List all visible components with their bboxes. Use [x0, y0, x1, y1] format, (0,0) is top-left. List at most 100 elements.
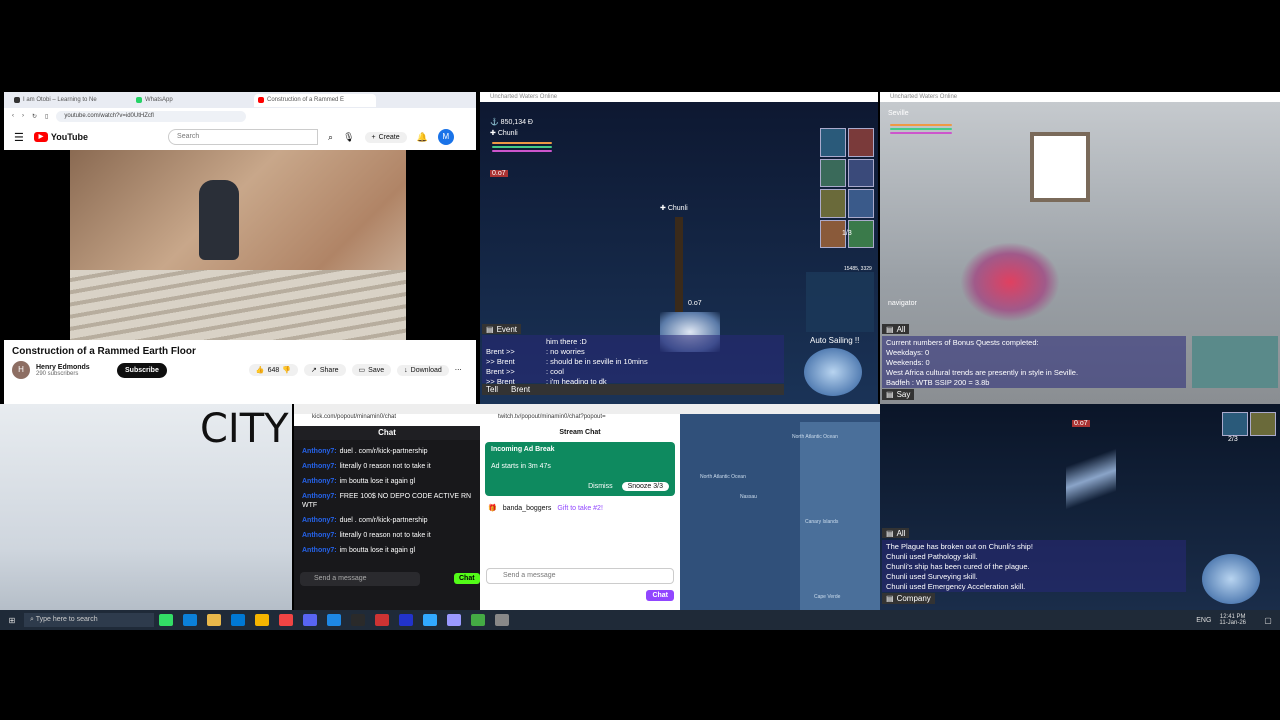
create-button[interactable]: + Create: [364, 131, 407, 143]
photoshop-icon[interactable]: [423, 614, 437, 626]
app-icon[interactable]: [495, 614, 509, 626]
message-input[interactable]: Send a message: [486, 568, 674, 584]
taskbar-search[interactable]: ⌕ Type here to search: [24, 613, 154, 627]
url-input[interactable]: youtube.com/watch?v=id0UtHZcfl: [56, 110, 247, 122]
all-tab[interactable]: ▤ All: [882, 324, 910, 334]
chat-username[interactable]: Anthony7:: [302, 463, 337, 470]
tab-otobi[interactable]: I am Otobi – Learning to Ne: [10, 94, 132, 107]
clock[interactable]: 12:41 PM 11-Jan-26: [1219, 614, 1246, 626]
steam-icon[interactable]: [327, 614, 341, 626]
chat-message: : cool: [546, 367, 564, 376]
chat-username[interactable]: Anthony7:: [302, 517, 337, 524]
save-label: Save: [368, 366, 385, 374]
skill-slot[interactable]: [820, 189, 846, 218]
skill-slot[interactable]: [820, 128, 846, 157]
chrome-icon[interactable]: [255, 614, 269, 626]
search-icon[interactable]: ⌕: [328, 132, 333, 143]
reload-icon[interactable]: ↻: [32, 113, 37, 120]
obs-icon[interactable]: [351, 614, 365, 626]
event-tab[interactable]: ▤ Event: [482, 324, 522, 334]
say-tab[interactable]: ▤ Say: [882, 389, 915, 400]
tab-whatsapp[interactable]: WhatsApp: [132, 94, 254, 107]
url-bar[interactable]: kick.com/popout/minamin0/chat: [294, 414, 480, 426]
avatar[interactable]: M: [437, 129, 454, 145]
dismiss-button[interactable]: Dismiss: [583, 482, 618, 491]
menu-icon[interactable]: ☰: [14, 131, 24, 144]
video-player[interactable]: [4, 150, 476, 340]
url-bar[interactable]: twitch.tv/popout/minamin0/chat?popout=: [480, 414, 680, 426]
chat-line: Anthony7: literally 0 reason not to take …: [294, 459, 480, 474]
skill-slot[interactable]: [1222, 412, 1248, 436]
minimap[interactable]: [806, 272, 874, 332]
company-tab[interactable]: ▤ Company: [882, 593, 935, 604]
back-icon[interactable]: ‹: [12, 113, 14, 119]
status-bars: [492, 140, 552, 154]
chat-line: Chunli used Emergency Acceleration skill…: [886, 582, 1026, 591]
kick-chat-button[interactable]: Chat: [454, 573, 480, 584]
tell-tab[interactable]: Tell: [486, 385, 498, 394]
notification-icon[interactable]: ▢: [1261, 614, 1275, 626]
map-label: Canary Islands: [805, 519, 839, 525]
chat-line: The Plague has broken out on Chunli's sh…: [886, 542, 1033, 551]
more-icon[interactable]: ⋯: [455, 366, 462, 374]
tab-youtube[interactable]: Construction of a Rammed E: [254, 93, 376, 107]
share-button[interactable]: ↗ Share: [303, 364, 346, 376]
bell-icon[interactable]: 🔔: [417, 132, 428, 143]
subscribe-button[interactable]: Subscribe: [117, 362, 167, 378]
store-icon[interactable]: [231, 614, 245, 626]
forward-icon[interactable]: ›: [22, 113, 24, 119]
premiere-icon[interactable]: [399, 614, 413, 626]
chat-username[interactable]: Anthony7:: [302, 448, 337, 455]
save-button[interactable]: ▭ Save: [351, 364, 392, 376]
search-input[interactable]: Search: [168, 129, 319, 145]
skill-slot[interactable]: [820, 158, 846, 187]
tab-label: Construction of a Rammed E: [267, 97, 345, 103]
npc-label[interactable]: navigator: [888, 300, 917, 307]
skill-slot[interactable]: [848, 158, 874, 187]
skill-page-indicator[interactable]: 1/3: [842, 230, 852, 237]
discord-icon[interactable]: [303, 614, 317, 626]
mic-icon[interactable]: 🎙: [343, 132, 354, 143]
download-button[interactable]: ↓ Download: [397, 364, 449, 376]
windows-start-icon[interactable]: ⊞: [5, 614, 19, 626]
compass[interactable]: [804, 348, 862, 396]
bookmark-icon[interactable]: ▯: [45, 113, 48, 120]
chat-username[interactable]: Anthony7:: [302, 493, 337, 500]
brave-icon[interactable]: [279, 614, 293, 626]
skill-page-indicator[interactable]: 2/3: [1228, 436, 1238, 443]
whatsapp-icon[interactable]: [471, 614, 485, 626]
tell-target[interactable]: Brent: [511, 385, 530, 394]
aftereffects-icon[interactable]: [447, 614, 461, 626]
chat-send-button[interactable]: Chat: [646, 590, 674, 601]
all-tab[interactable]: ▤ All: [882, 528, 910, 538]
video-floor: [70, 270, 406, 340]
task-view-icon[interactable]: [159, 614, 173, 626]
like-button[interactable]: 👍 648 👎: [248, 364, 298, 376]
youtube-logo[interactable]: ▶ YouTube: [33, 132, 88, 142]
chat-header: Chat: [294, 426, 480, 440]
map-landmass: [800, 422, 880, 610]
gifter-name[interactable]: banda_boggers: [503, 505, 552, 512]
compass[interactable]: [1202, 554, 1260, 604]
channel-avatar[interactable]: H: [12, 361, 30, 379]
ship-sprite: [675, 217, 683, 312]
popout-titlebar: [294, 404, 480, 414]
channel-name[interactable]: Henry Edmonds: [36, 364, 111, 371]
edge-icon[interactable]: [183, 614, 197, 626]
chat-username[interactable]: Anthony7:: [302, 478, 337, 485]
minimap[interactable]: [1192, 336, 1278, 388]
snooze-button[interactable]: Snooze 3/3: [621, 482, 669, 491]
thumbs-down-icon[interactable]: 👎: [282, 366, 291, 374]
window-title: Uncharted Waters Online: [880, 92, 1280, 102]
skill-slot[interactable]: [1250, 412, 1276, 436]
chat-line: Brent >>: no worries: [486, 347, 780, 357]
skill-slot[interactable]: [848, 189, 874, 218]
character-group[interactable]: [960, 242, 1060, 322]
folder-icon[interactable]: [207, 614, 221, 626]
skill-slot[interactable]: [848, 128, 874, 157]
chat-username[interactable]: Anthony7:: [302, 547, 337, 554]
chat-username[interactable]: Anthony7:: [302, 532, 337, 539]
language-indicator[interactable]: ENG: [1196, 617, 1211, 624]
ai-icon[interactable]: [375, 614, 389, 626]
kick-message-input[interactable]: Send a message: [300, 572, 420, 586]
